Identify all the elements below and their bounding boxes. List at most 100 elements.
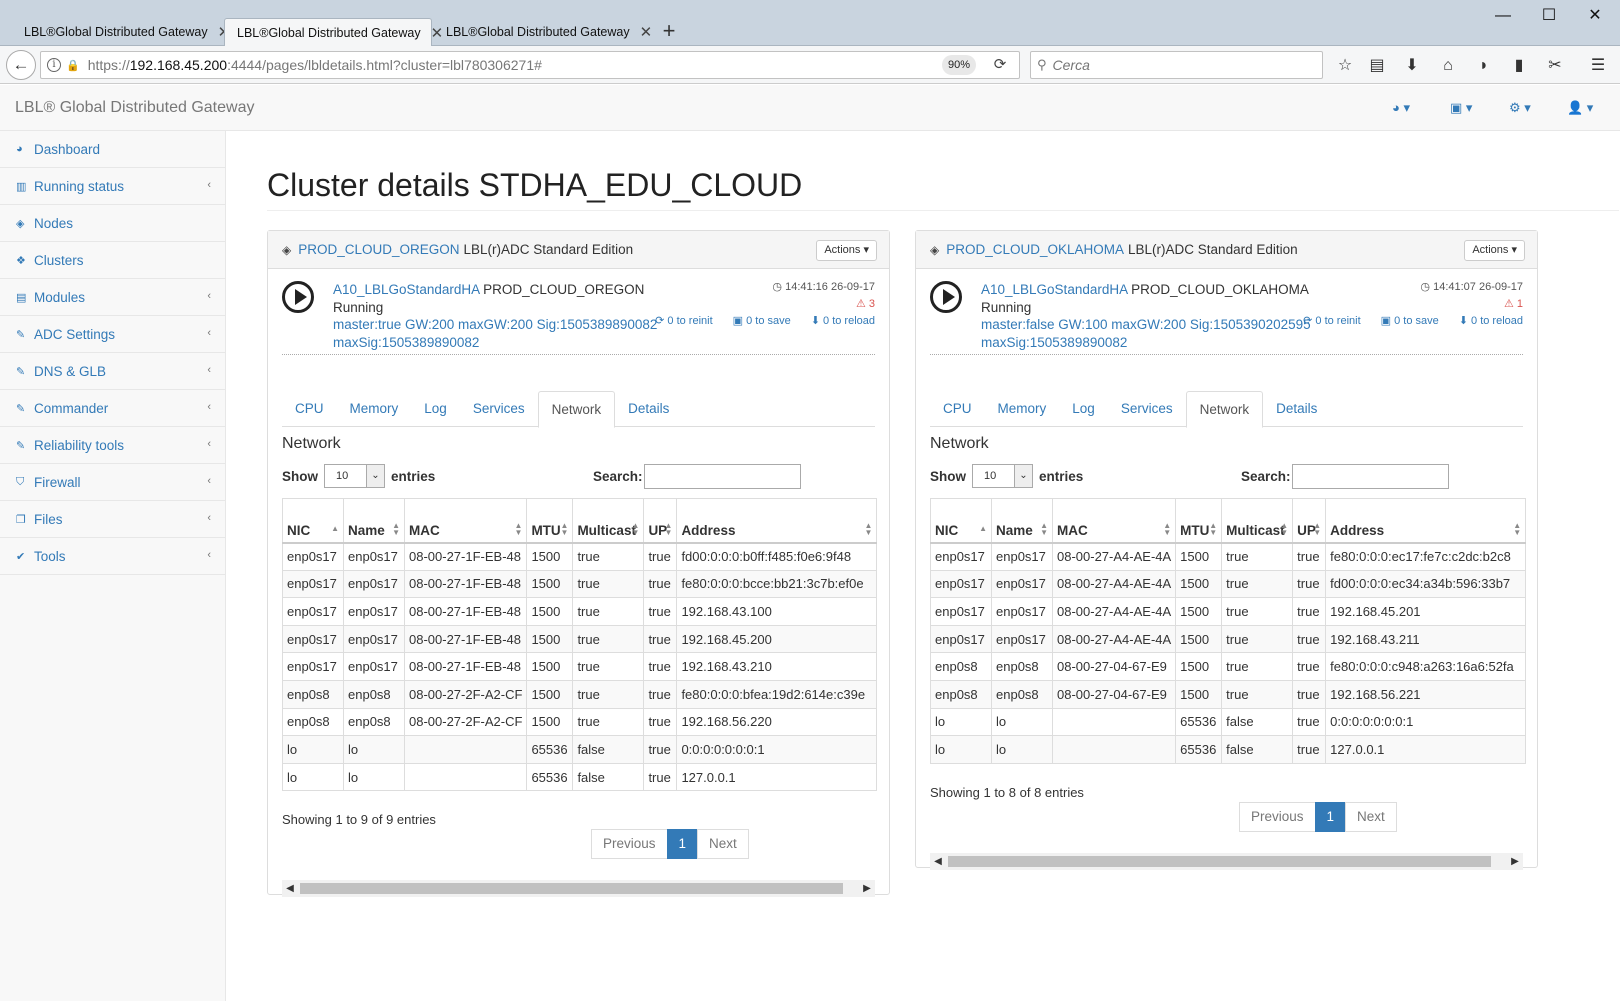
entries-select[interactable]: 10 ⌄ bbox=[324, 464, 385, 488]
maximize-icon[interactable]: ☐ bbox=[1529, 4, 1569, 28]
service-link[interactable]: A10_LBLGoStandardHA bbox=[333, 282, 479, 297]
sidebar-item-dashboard[interactable]: ◕ Dashboard bbox=[0, 131, 225, 168]
tab-details[interactable]: Details bbox=[615, 391, 682, 427]
tab-cpu[interactable]: CPU bbox=[930, 391, 985, 427]
scroll-left-icon[interactable]: ◀ bbox=[282, 880, 298, 897]
tab-details[interactable]: Details bbox=[1263, 391, 1330, 427]
pocket-icon[interactable]: ◗ bbox=[1473, 55, 1495, 77]
warning-count[interactable]: ⚠ 3 bbox=[635, 296, 875, 313]
chevron-left-icon[interactable]: ‹ bbox=[207, 401, 211, 413]
column-header-name[interactable]: Name ▲ ▼ bbox=[343, 498, 405, 544]
reinit-link[interactable]: ⟳ 0 to reinit bbox=[1293, 315, 1361, 327]
sidebar-item-running-status[interactable]: ▥ Running status ‹ bbox=[0, 168, 225, 205]
tab-services[interactable]: Services bbox=[1108, 391, 1186, 427]
next-page-button[interactable]: Next bbox=[1345, 801, 1397, 832]
back-arrow-icon[interactable]: ← bbox=[6, 50, 36, 80]
new-tab-icon[interactable]: + bbox=[655, 18, 683, 46]
scrollbar-thumb[interactable] bbox=[300, 883, 843, 895]
column-header-address[interactable]: Address ▲ ▼ bbox=[1325, 498, 1527, 544]
settings-dropdown-icon[interactable]: ⚙ ▾ bbox=[1509, 100, 1531, 116]
home-icon[interactable]: ⌂ bbox=[1437, 55, 1459, 77]
screenshot-icon[interactable]: ✂ bbox=[1544, 55, 1566, 77]
browser-search-box[interactable]: ⚲ bbox=[1030, 51, 1323, 79]
entries-select[interactable]: 10 ⌄ bbox=[972, 464, 1033, 488]
url-text[interactable]: https://192.168.45.200:4444/pages/lbldet… bbox=[88, 57, 1019, 73]
tab-services[interactable]: Services bbox=[460, 391, 538, 427]
reading-list-icon[interactable]: ▤ bbox=[1366, 55, 1388, 77]
column-header-name[interactable]: Name ▲ ▼ bbox=[991, 498, 1053, 544]
sidebar-item-firewall[interactable]: ⛉ Firewall ‹ bbox=[0, 464, 225, 501]
column-header-mac[interactable]: MAC ▲ ▼ bbox=[1051, 498, 1177, 544]
column-header-nic[interactable]: NIC ▲ bbox=[930, 498, 992, 544]
url-bar[interactable]: i 🔒 https://192.168.45.200:4444/pages/lb… bbox=[40, 51, 1020, 79]
tab-log[interactable]: Log bbox=[411, 391, 460, 427]
page-1-button[interactable]: 1 bbox=[1314, 801, 1347, 832]
column-header-multicast[interactable]: Multicast ▲ ▼ bbox=[572, 498, 645, 544]
horizontal-scrollbar[interactable]: ◀ ▶ bbox=[282, 880, 875, 898]
chevron-left-icon[interactable]: ‹ bbox=[207, 179, 211, 191]
sidebar-item-reliability-tools[interactable]: ✎ Reliability tools ‹ bbox=[0, 427, 225, 464]
reload-icon[interactable]: ⟳ bbox=[990, 55, 1010, 75]
tab-memory[interactable]: Memory bbox=[337, 391, 412, 427]
sidebar-item-dns-glb[interactable]: ✎ DNS & GLB ‹ bbox=[0, 353, 225, 390]
chevron-left-icon[interactable]: ‹ bbox=[207, 364, 211, 376]
column-header-multicast[interactable]: Multicast ▲ ▼ bbox=[1221, 498, 1294, 544]
user-dropdown-icon[interactable]: 👤 ▾ bbox=[1567, 100, 1593, 116]
tab-network[interactable]: Network bbox=[537, 391, 616, 428]
save-dropdown-icon[interactable]: ▣ ▾ bbox=[1450, 100, 1472, 116]
service-detail[interactable]: master:true GW:200 maxGW:200 Sig:1505389… bbox=[333, 316, 657, 334]
chevron-left-icon[interactable]: ‹ bbox=[207, 475, 211, 487]
service-link[interactable]: A10_LBLGoStandardHA bbox=[981, 282, 1127, 297]
play-circle-icon[interactable] bbox=[282, 281, 314, 313]
column-header-mac[interactable]: MAC ▲ ▼ bbox=[403, 498, 528, 544]
column-header-mtu[interactable]: MTU ▲ ▼ bbox=[526, 498, 574, 544]
browser-search-input[interactable] bbox=[1052, 57, 1303, 73]
actions-button[interactable]: Actions ▾ bbox=[816, 240, 877, 261]
table-search-input[interactable] bbox=[1291, 464, 1449, 489]
chevron-left-icon[interactable]: ‹ bbox=[207, 327, 211, 339]
info-icon[interactable]: i bbox=[47, 58, 61, 72]
column-header-mtu[interactable]: MTU ▲ ▼ bbox=[1175, 498, 1223, 544]
minimize-icon[interactable]: — bbox=[1483, 4, 1523, 28]
extension-icon[interactable]: ▮ bbox=[1508, 55, 1530, 77]
sidebar-item-adc-settings[interactable]: ✎ ADC Settings ‹ bbox=[0, 316, 225, 353]
tab-log[interactable]: Log bbox=[1059, 391, 1108, 427]
service-detail[interactable]: maxSig:1505389890082 bbox=[981, 334, 1311, 352]
scroll-left-icon[interactable]: ◀ bbox=[930, 853, 946, 870]
sidebar-item-files[interactable]: ❐ Files ‹ bbox=[0, 501, 225, 538]
chevron-left-icon[interactable]: ‹ bbox=[207, 290, 211, 302]
node-link[interactable]: PROD_CLOUD_OKLAHOMA bbox=[946, 242, 1124, 257]
tab-memory[interactable]: Memory bbox=[985, 391, 1060, 427]
hamburger-menu-icon[interactable]: ☰ bbox=[1587, 55, 1609, 77]
table-search-input[interactable] bbox=[643, 464, 801, 489]
play-circle-icon[interactable] bbox=[930, 281, 962, 313]
column-header-nic[interactable]: NIC ▲ bbox=[282, 498, 344, 544]
column-header-address[interactable]: Address ▲ ▼ bbox=[676, 498, 878, 544]
service-detail[interactable]: maxSig:1505389890082 bbox=[333, 334, 657, 352]
node-link[interactable]: PROD_CLOUD_OREGON bbox=[298, 242, 459, 257]
chevron-left-icon[interactable]: ‹ bbox=[207, 512, 211, 524]
browser-tab-2[interactable]: LBL®Global Distributed Gateway ✕ bbox=[224, 18, 443, 46]
reload-link[interactable]: ⬇ 0 to reload bbox=[1449, 315, 1523, 327]
tab-network[interactable]: Network bbox=[1185, 391, 1264, 428]
lock-icon[interactable]: 🔒 bbox=[66, 59, 80, 72]
chevron-left-icon[interactable]: ‹ bbox=[207, 549, 211, 561]
sidebar-item-clusters[interactable]: ❖ Clusters bbox=[0, 242, 225, 279]
zoom-level-badge[interactable]: 90% bbox=[942, 55, 976, 75]
previous-page-button[interactable]: Previous bbox=[591, 829, 668, 860]
tab-cpu[interactable]: CPU bbox=[282, 391, 337, 427]
scroll-right-icon[interactable]: ▶ bbox=[859, 880, 875, 897]
warning-count[interactable]: ⚠ 1 bbox=[1283, 296, 1523, 313]
download-icon[interactable]: ⬇ bbox=[1401, 55, 1423, 77]
bookmark-star-icon[interactable]: ☆ bbox=[1334, 55, 1356, 77]
page-1-button[interactable]: 1 bbox=[666, 829, 699, 860]
browser-tab-1[interactable]: LBL®Global Distributed Gateway ✕ bbox=[0, 18, 230, 46]
previous-page-button[interactable]: Previous bbox=[1239, 801, 1316, 832]
column-header-up[interactable]: UP ▲ ▼ bbox=[1292, 498, 1327, 544]
next-page-button[interactable]: Next bbox=[697, 829, 749, 860]
service-detail[interactable]: master:false GW:100 maxGW:200 Sig:150539… bbox=[981, 316, 1311, 334]
sidebar-item-tools[interactable]: ✔ Tools ‹ bbox=[0, 538, 225, 575]
horizontal-scrollbar[interactable]: ◀ ▶ bbox=[930, 852, 1523, 870]
sidebar-item-modules[interactable]: ▤ Modules ‹ bbox=[0, 279, 225, 316]
window-close-icon[interactable]: ✕ bbox=[1575, 4, 1615, 28]
